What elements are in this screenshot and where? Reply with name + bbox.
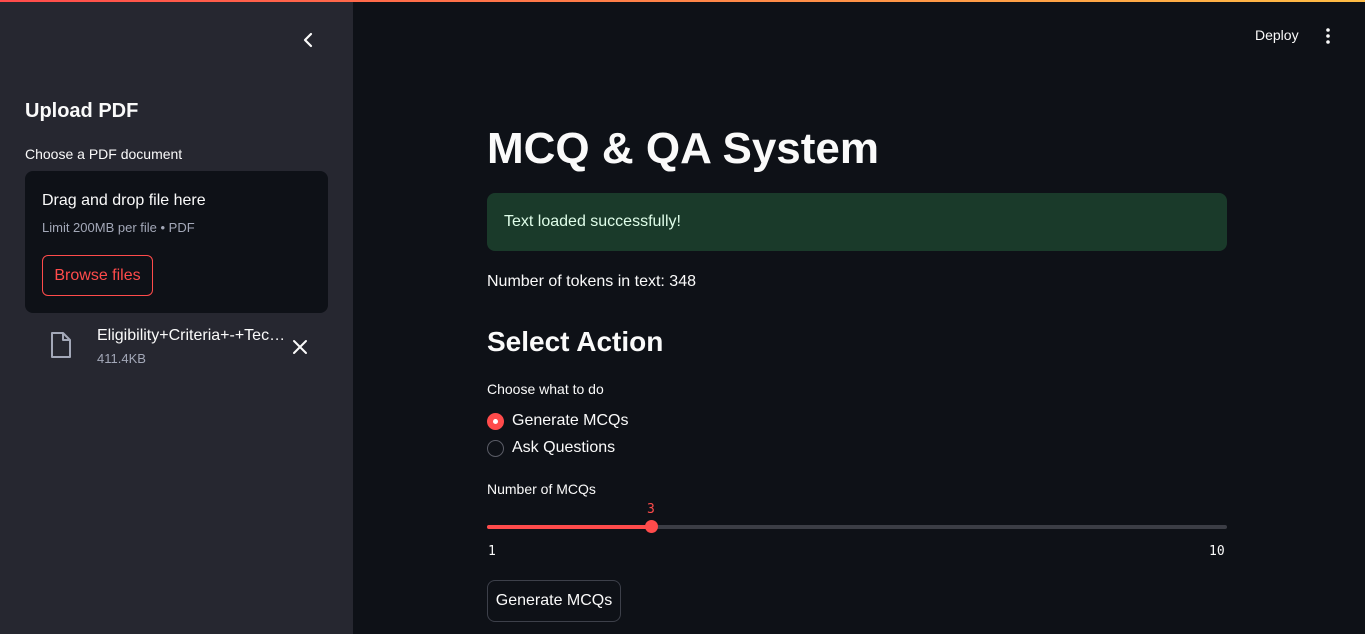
page-title: MCQ & QA System bbox=[487, 124, 880, 173]
deploy-button[interactable]: Deploy bbox=[1243, 24, 1311, 46]
dropzone-limit: Limit 200MB per file • PDF bbox=[42, 220, 195, 235]
token-count-text: Number of tokens in text: 348 bbox=[487, 273, 696, 290]
section-heading: Select Action bbox=[487, 326, 664, 357]
radio-button[interactable] bbox=[487, 439, 504, 457]
browse-files-button[interactable]: Browse files bbox=[42, 255, 153, 296]
uploaded-file-name: Eligibility+Criteria+-+Technical.pdf bbox=[97, 327, 289, 344]
uploader-label: Choose a PDF document bbox=[25, 146, 183, 162]
slider-thumb[interactable] bbox=[645, 520, 659, 533]
success-message: Text loaded successfully! bbox=[504, 213, 681, 230]
chevron-left-icon bbox=[303, 32, 313, 48]
main-menu-button[interactable] bbox=[1318, 26, 1338, 46]
slider-max: 10 bbox=[1209, 544, 1225, 559]
top-decoration-bar bbox=[0, 0, 1365, 2]
radio-group-label: Choose what to do bbox=[487, 381, 604, 397]
sidebar-heading: Upload PDF bbox=[25, 100, 139, 122]
radio-option-label: Ask Questions bbox=[512, 439, 616, 456]
close-icon bbox=[293, 340, 307, 354]
sidebar: Upload PDF Choose a PDF document Drag an… bbox=[0, 0, 353, 634]
radio-generate-mcqs[interactable]: Generate MCQs bbox=[487, 411, 628, 431]
uploaded-file-size: 411.4KB bbox=[97, 351, 146, 366]
generate-mcqs-button[interactable]: Generate MCQs bbox=[487, 580, 621, 622]
radio-button-selected[interactable] bbox=[487, 412, 504, 430]
dropzone-title: Drag and drop file here bbox=[42, 192, 206, 209]
collapse-sidebar-button[interactable] bbox=[296, 28, 320, 52]
radio-option-label: Generate MCQs bbox=[512, 412, 629, 429]
slider-min: 1 bbox=[488, 544, 496, 559]
mcq-count-slider[interactable] bbox=[487, 520, 1227, 533]
slider-value: 3 bbox=[647, 502, 655, 517]
remove-file-button[interactable] bbox=[289, 336, 311, 358]
slider-label: Number of MCQs bbox=[487, 481, 596, 497]
radio-ask-questions[interactable]: Ask Questions bbox=[487, 438, 615, 458]
success-alert: Text loaded successfully! bbox=[487, 193, 1227, 251]
file-dropzone[interactable]: Drag and drop file here Limit 200MB per … bbox=[25, 171, 328, 313]
file-icon bbox=[51, 332, 71, 358]
slider-fill bbox=[487, 525, 652, 529]
kebab-menu-icon bbox=[1326, 28, 1330, 44]
